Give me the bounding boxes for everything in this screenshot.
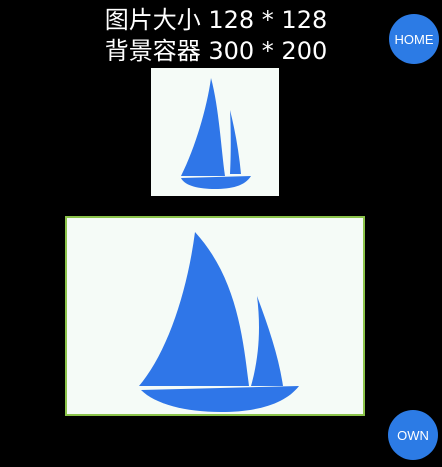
container-size-caption: 背景容器 300 * 200: [104, 37, 328, 65]
background-container: [65, 216, 365, 416]
sailboat-image-small: [151, 68, 279, 196]
image-size-caption: 图片大小 128 * 128: [104, 6, 328, 34]
own-button[interactable]: OWN: [388, 410, 438, 460]
sailboat-icon: [181, 78, 251, 189]
home-button[interactable]: HOME: [389, 14, 439, 64]
sailboat-icon: [139, 232, 299, 412]
